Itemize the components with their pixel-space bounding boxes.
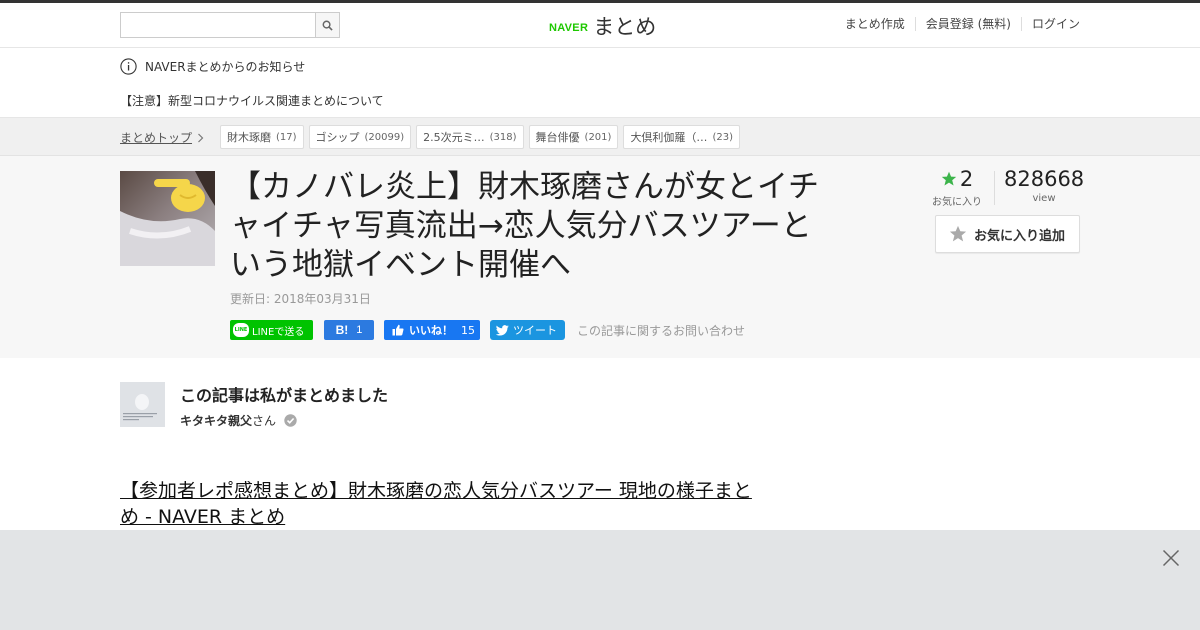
- facebook-like-label: いいね！: [409, 324, 453, 337]
- tag-label: ゴシップ: [315, 131, 360, 144]
- twitter-bird-icon: [496, 324, 509, 336]
- login-link[interactable]: ログイン: [1020, 17, 1080, 31]
- tweet-button[interactable]: ツイート: [490, 320, 565, 340]
- add-favorite-label: お気に入り追加: [974, 228, 1066, 244]
- notice-heading-text: NAVERまとめからのお知らせ: [145, 60, 306, 74]
- verified-check-icon: [284, 414, 297, 427]
- author-heading: この記事は私がまとめました: [180, 386, 389, 405]
- author-name: キタキタ親父 さん: [180, 412, 297, 429]
- thumbs-up-icon: [392, 324, 404, 336]
- star-icon: [949, 225, 967, 242]
- favorites-stat: 2 お気に入り: [920, 166, 994, 208]
- favorites-count: 2: [959, 167, 974, 191]
- breadcrumb-tags: 財木琢磨 (17) ゴシップ (20099) 2.5次元ミ… (318) 舞台俳優 (2…: [220, 125, 745, 149]
- tag-label: 舞台俳優: [535, 131, 580, 144]
- logo-naver: NAVER: [549, 21, 589, 34]
- views-label: view: [1032, 193, 1056, 204]
- line-share-label: LINEで送る: [252, 326, 305, 338]
- header-nav: まとめ作成 会員登録 (無料) ログイン: [835, 17, 1080, 31]
- breadcrumb: まとめトップ 財木琢磨 (17) ゴシップ (20099) 2.5次元ミ… (318)…: [0, 118, 1200, 156]
- updated-date: 更新日: 2018年03月31日: [230, 292, 371, 306]
- info-icon: [120, 58, 137, 75]
- hatena-bookmark-button[interactable]: B! 1: [324, 320, 374, 340]
- facebook-like-button[interactable]: いいね！ 15: [384, 320, 480, 340]
- views-stat: 828668 view: [1004, 166, 1084, 204]
- notice-link[interactable]: 【注意】新型コロナウイルス関連まとめについて: [120, 92, 384, 109]
- tag-count: (23): [712, 131, 733, 143]
- register-link[interactable]: 会員登録 (無料): [914, 17, 1021, 31]
- share-buttons: LINE LINEで送る B! 1 いいね！ 15 ツイート この記事に関するお…: [230, 320, 745, 340]
- tag-count: (20099): [364, 131, 405, 143]
- tag-label: 2.5次元ミ…: [423, 131, 485, 144]
- tag-2-5-musical[interactable]: 2.5次元ミ… (318): [416, 125, 524, 149]
- search-button[interactable]: [315, 12, 340, 38]
- article-stats: 2 お気に入り 828668 view: [920, 166, 1084, 208]
- line-share-button[interactable]: LINE LINEで送る: [230, 320, 313, 340]
- line-icon: LINE: [233, 323, 249, 337]
- avatar-image: [120, 382, 165, 427]
- tag-stage-actor[interactable]: 舞台俳優 (201): [528, 125, 619, 149]
- notice-section: NAVERまとめからのお知らせ 【注意】新型コロナウイルス関連まとめについて: [0, 48, 1200, 118]
- create-matome-link[interactable]: まとめ作成: [835, 17, 915, 31]
- close-ad-button[interactable]: [1162, 549, 1180, 567]
- favorites-label: お気に入り: [932, 197, 982, 208]
- views-count: 828668: [1004, 167, 1085, 191]
- tag-label: 大倶利伽羅（…: [630, 131, 708, 144]
- hatena-icon: B!: [335, 323, 349, 337]
- logo-matome: まとめ: [593, 15, 657, 39]
- site-header: NAVER まとめ まとめ作成 会員登録 (無料) ログイン: [0, 3, 1200, 48]
- article-header: 【カノバレ炎上】財木琢磨さんが女とイチャイチャ写真流出→恋人気分バスツアーという…: [0, 156, 1200, 358]
- notice-heading: NAVERまとめからのお知らせ: [120, 58, 305, 75]
- ad-overlay: [0, 530, 1200, 630]
- search-form: [120, 12, 340, 38]
- search-input[interactable]: [120, 12, 315, 38]
- tag-label: 財木琢磨: [227, 131, 271, 144]
- article-thumbnail[interactable]: [120, 171, 215, 266]
- hatena-count: 1: [356, 324, 363, 336]
- stats-divider: [994, 171, 995, 205]
- search-icon: [322, 20, 333, 31]
- tag-gossip[interactable]: ゴシップ (20099): [308, 125, 412, 149]
- add-favorite-button[interactable]: お気に入り追加: [935, 215, 1080, 253]
- tag-count: (17): [276, 131, 297, 143]
- author-name-link[interactable]: キタキタ親父: [180, 412, 252, 429]
- facebook-like-count: 15: [461, 323, 475, 337]
- breadcrumb-top-link[interactable]: まとめトップ: [120, 129, 204, 146]
- tag-zaiki-takuma[interactable]: 財木琢磨 (17): [220, 125, 304, 149]
- breadcrumb-top-label: まとめトップ: [120, 131, 193, 145]
- related-article-link[interactable]: 【参加者レポ感想まとめ】財木琢磨の恋人気分バスツアー 現地の様子まとめ - NA…: [120, 478, 760, 530]
- thumbnail-image: [120, 171, 215, 266]
- tag-okurikara[interactable]: 大倶利伽羅（… (23): [623, 125, 740, 149]
- author-name-suffix: さん: [252, 414, 277, 428]
- chevron-right-icon: [198, 133, 204, 142]
- tweet-label: ツイート: [513, 324, 557, 337]
- article-title: 【カノバレ炎上】財木琢磨さんが女とイチャイチャ写真流出→恋人気分バスツアーという…: [230, 169, 819, 283]
- star-icon: [941, 171, 957, 186]
- avatar[interactable]: [120, 382, 165, 427]
- tag-count: (318): [489, 131, 517, 143]
- tag-count: (201): [584, 131, 612, 143]
- close-icon: [1162, 549, 1180, 567]
- inquiry-link[interactable]: この記事に関するお問い合わせ: [577, 322, 745, 339]
- site-logo[interactable]: NAVER まとめ: [549, 11, 656, 41]
